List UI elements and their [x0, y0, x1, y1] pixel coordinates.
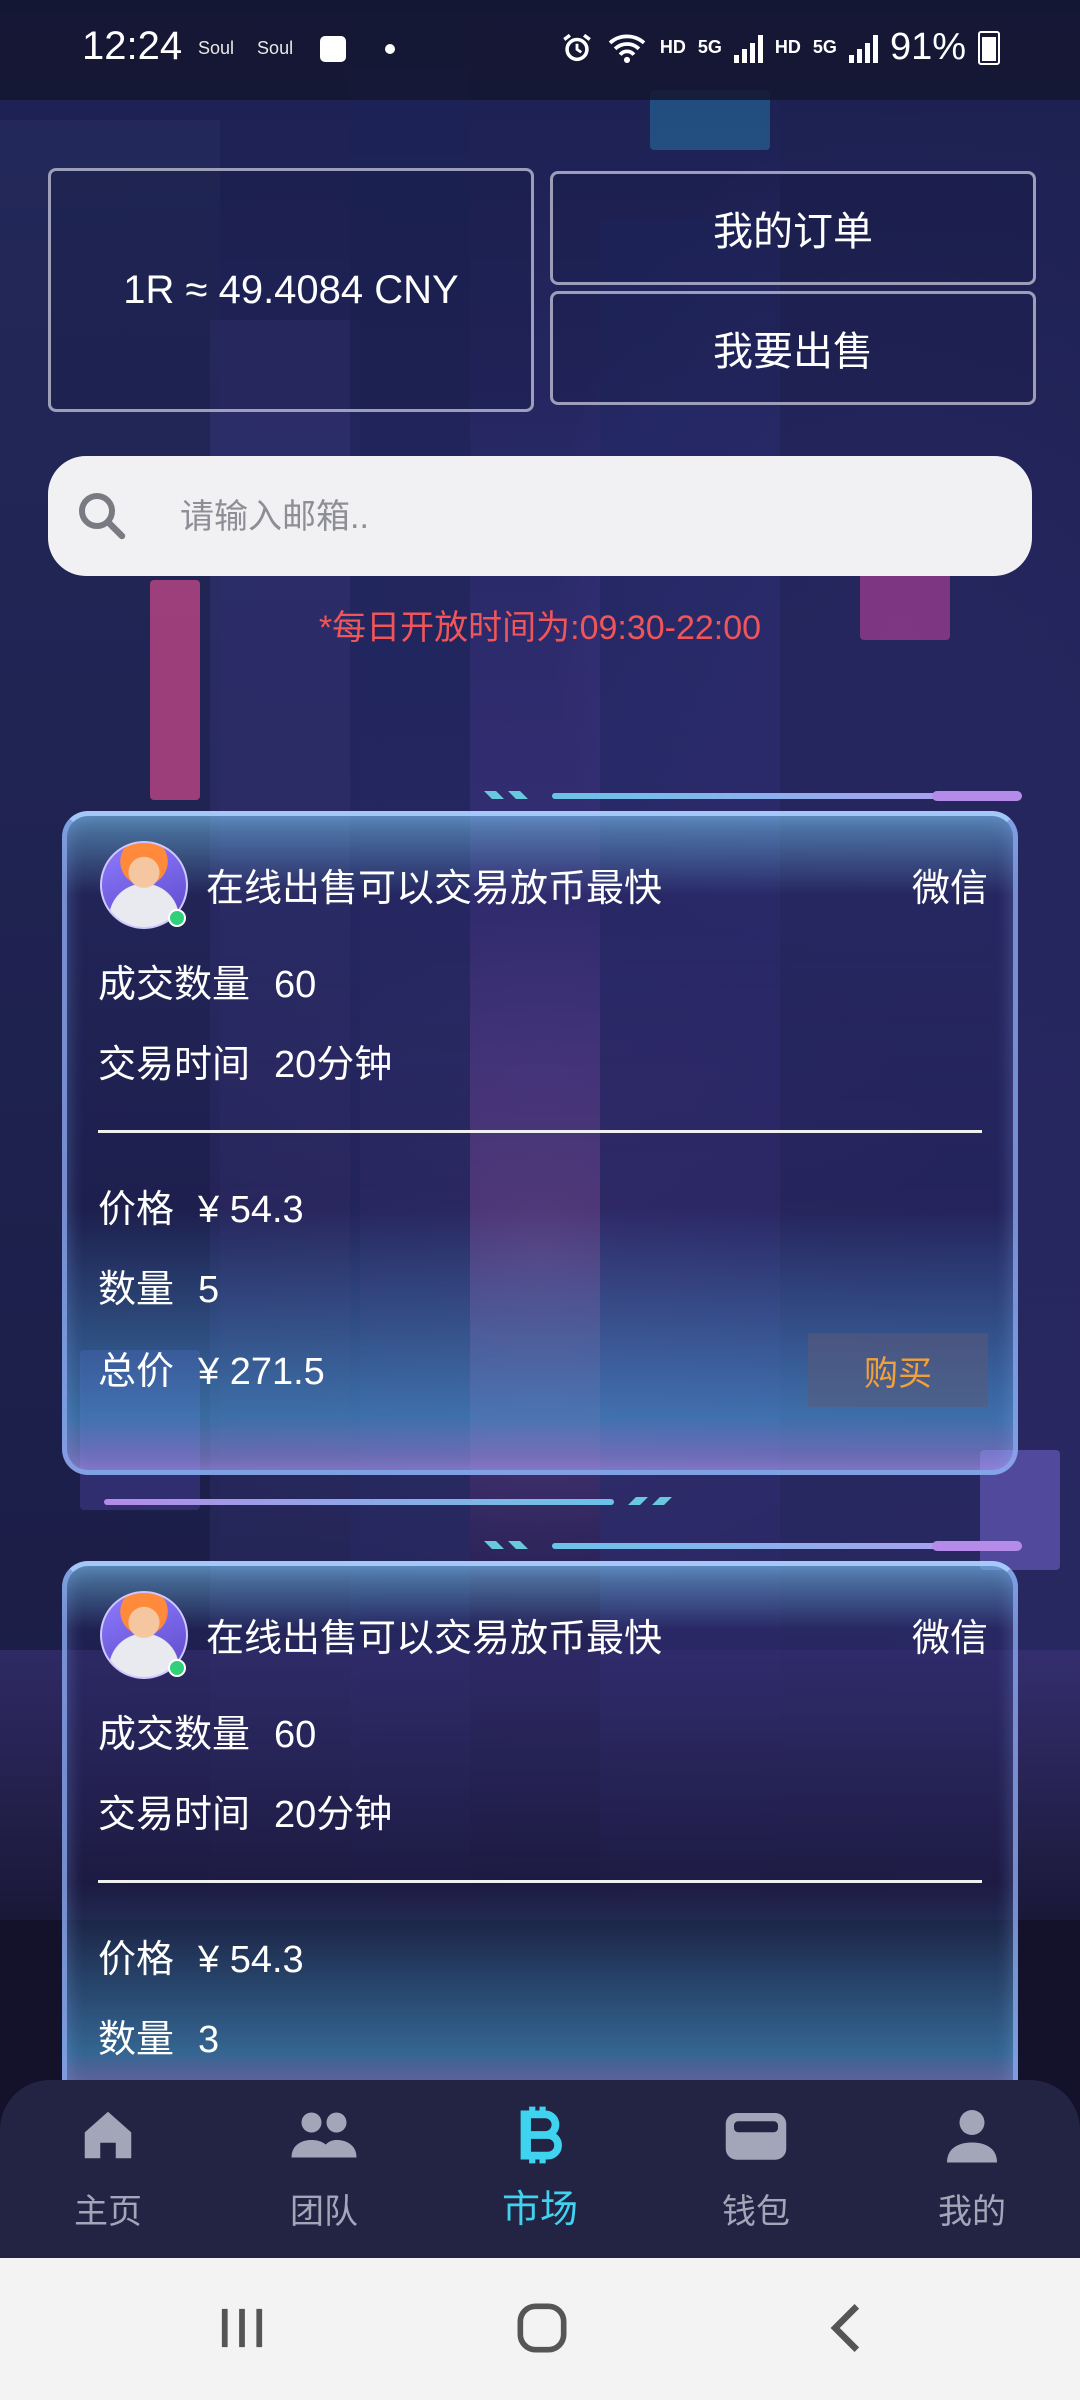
system-indicators: HD 5G HD 5G 91% — [560, 26, 1000, 69]
total-row: 总价 ¥ 271.5 — [98, 1340, 325, 1395]
soul-app-icon: Soul — [198, 37, 235, 58]
recent-apps-button[interactable] — [202, 2298, 282, 2358]
wifi-icon — [608, 34, 646, 63]
home-button[interactable] — [502, 2298, 582, 2358]
email-search-input[interactable] — [178, 456, 1002, 578]
sell-button[interactable]: 我要出售 — [550, 291, 1036, 405]
nav-market-label: 市场 — [501, 2189, 578, 2231]
price-label: 价格 — [98, 1939, 175, 1981]
deals-label: 成交数量 — [98, 964, 251, 1006]
deals-row: 成交数量 60 — [98, 953, 316, 1008]
listing-title: 在线出售可以交易放币最快 — [206, 868, 663, 910]
trade-time-label: 交易时间 — [98, 1044, 251, 1086]
deals-row: 成交数量 60 — [98, 1703, 316, 1758]
status-bar: 12:24 Soul Soul HD 5G HD 5G 91% — [0, 0, 1080, 100]
bitcoin-icon — [520, 2106, 562, 2164]
deals-value: 60 — [274, 964, 317, 1006]
network-5g-label: 5G — [812, 37, 837, 57]
exchange-rate-box: 1R ≈ 49.4084 CNY — [48, 168, 534, 412]
trade-time-row: 交易时间 20分钟 — [98, 1783, 392, 1838]
battery-percent: 91% — [889, 26, 966, 68]
nav-profile[interactable]: 我的 — [892, 2100, 1052, 2233]
card-decoration — [104, 1495, 674, 1509]
payment-method: 微信 — [911, 868, 988, 910]
home-circle-icon — [517, 2303, 567, 2353]
trade-time-value: 20分钟 — [274, 1044, 393, 1086]
nav-wallet-label: 钱包 — [722, 2193, 790, 2231]
nav-profile-label: 我的 — [938, 2193, 1006, 2231]
card-divider — [98, 1130, 982, 1133]
price-value: ¥ 54.3 — [198, 1189, 304, 1231]
soul-app-icon: Soul — [257, 37, 294, 58]
nav-team[interactable]: 团队 — [244, 2100, 404, 2233]
wallet-icon — [725, 2113, 787, 2160]
nav-wallet[interactable]: 钱包 — [676, 2100, 836, 2233]
trade-time-value: 20分钟 — [274, 1794, 393, 1836]
price-value: ¥ 54.3 — [198, 1939, 304, 1981]
deals-value: 60 — [274, 1714, 317, 1756]
listing-card: 在线出售可以交易放币最快 微信 成交数量 60 交易时间 20分钟 价格 ¥ 54.3… — [48, 1535, 1032, 2095]
deals-label: 成交数量 — [98, 1714, 251, 1756]
quantity-value: 3 — [198, 2019, 220, 2061]
back-button[interactable] — [806, 2298, 886, 2358]
hd-label: HD — [774, 37, 801, 57]
trade-time-label: 交易时间 — [98, 1794, 251, 1836]
quantity-row: 数量 5 — [98, 1258, 219, 1313]
quantity-row: 数量 3 — [98, 2008, 219, 2063]
price-row: 价格 ¥ 54.3 — [98, 1928, 304, 1983]
card-decoration — [482, 789, 1022, 803]
nav-home-label: 主页 — [74, 2193, 142, 2231]
listing-title: 在线出售可以交易放币最快 — [206, 1618, 663, 1660]
total-label: 总价 — [98, 1351, 175, 1393]
trade-time-row: 交易时间 20分钟 — [98, 1033, 392, 1088]
listing-card: 在线出售可以交易放币最快 微信 成交数量 60 交易时间 20分钟 价格 ¥ 54.3… — [48, 785, 1032, 1505]
search-icon — [79, 493, 126, 540]
nav-home[interactable]: 主页 — [28, 2100, 188, 2233]
system-navigation-bar — [0, 2258, 1080, 2400]
back-icon — [830, 2304, 860, 2352]
quantity-label: 数量 — [98, 1269, 175, 1311]
team-icon — [291, 2112, 357, 2158]
price-row: 价格 ¥ 54.3 — [98, 1178, 304, 1233]
price-label: 价格 — [98, 1189, 175, 1231]
my-orders-button[interactable]: 我的订单 — [550, 171, 1036, 285]
online-status-dot — [168, 1659, 186, 1677]
home-icon — [84, 2111, 132, 2159]
hd-label: HD — [659, 37, 686, 57]
status-time: 12:24 — [82, 24, 183, 68]
network-5g-label: 5G — [697, 37, 722, 57]
online-status-dot — [168, 909, 186, 927]
notification-icons: Soul Soul — [198, 36, 396, 62]
buy-button[interactable]: 购买 — [808, 1333, 988, 1407]
person-icon — [947, 2110, 997, 2163]
nav-market[interactable]: 市场 — [460, 2100, 620, 2233]
quantity-label: 数量 — [98, 2019, 175, 2061]
battery-icon — [978, 30, 1000, 65]
nav-team-label: 团队 — [290, 2193, 358, 2231]
total-value: ¥ 271.5 — [198, 1351, 325, 1393]
payment-method: 微信 — [911, 1618, 988, 1660]
alarm-icon — [563, 33, 591, 61]
app-notification-icon — [320, 36, 347, 62]
recent-apps-icon — [221, 2308, 263, 2348]
search-bar[interactable] — [48, 456, 1032, 578]
card-decoration — [482, 1539, 1022, 1553]
signal-icon — [848, 33, 878, 63]
more-notifications-dot — [385, 44, 396, 54]
card-divider — [98, 1880, 982, 1883]
opening-hours-notice: *每日开放时间为:09:30-22:00 — [318, 609, 762, 647]
quantity-value: 5 — [198, 1269, 220, 1311]
signal-icon — [733, 33, 763, 63]
